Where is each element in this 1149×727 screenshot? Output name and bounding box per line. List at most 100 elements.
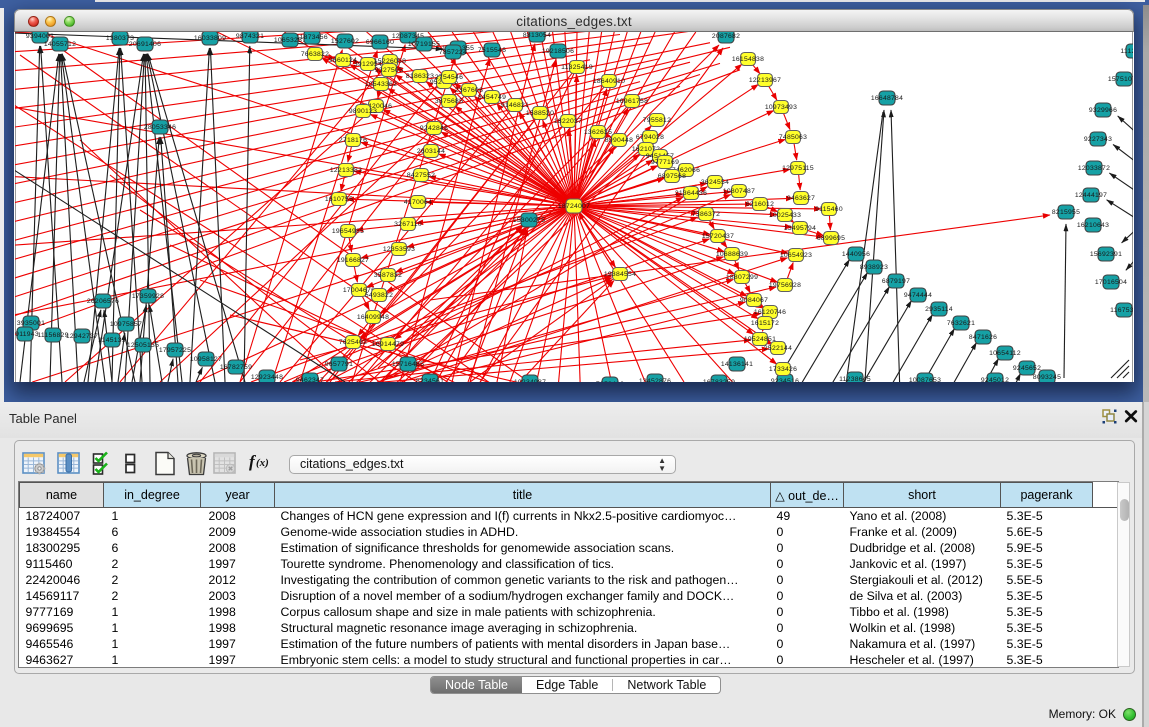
- svg-text:16033809: 16033809: [194, 35, 226, 42]
- svg-text:8938923: 8938923: [860, 264, 888, 271]
- svg-text:7955812: 7955812: [643, 117, 671, 124]
- svg-text:1733426: 1733426: [769, 366, 797, 373]
- svg-text:2754546: 2754546: [435, 74, 463, 81]
- svg-text:8093245: 8093245: [1033, 374, 1061, 381]
- svg-text:9660124: 9660124: [329, 57, 357, 64]
- svg-text:12213383: 12213383: [330, 167, 362, 174]
- svg-text:26206576: 26206576: [87, 298, 119, 305]
- svg-text:1145139: 1145139: [98, 337, 126, 344]
- svg-text:16210643: 16210643: [1077, 222, 1109, 229]
- svg-text:14136141: 14136141: [721, 361, 753, 368]
- svg-text:9777169: 9777169: [651, 159, 679, 166]
- svg-text:10025433: 10025433: [769, 212, 801, 219]
- svg-text:3875685: 3875685: [435, 98, 463, 105]
- svg-text:8454749: 8454749: [478, 94, 506, 101]
- svg-text:7485063: 7485063: [779, 134, 807, 141]
- svg-text:12353593: 12353593: [383, 246, 415, 253]
- svg-text:10543362: 10543362: [365, 81, 397, 88]
- svg-text:9234516: 9234516: [771, 378, 799, 385]
- svg-text:8471626: 8471626: [969, 334, 997, 341]
- svg-text:11156829: 11156829: [37, 332, 68, 339]
- svg-text:10654112: 10654112: [989, 350, 1021, 357]
- svg-text:3587832: 3587832: [374, 272, 402, 279]
- svg-text:15720437: 15720437: [702, 233, 734, 240]
- svg-text:(x): (x): [256, 457, 269, 469]
- svg-text:4170064: 4170064: [404, 199, 432, 206]
- svg-text:13495794: 13495794: [784, 225, 816, 232]
- svg-text:1440956: 1440956: [842, 251, 870, 258]
- svg-text:16409948: 16409948: [357, 314, 389, 321]
- svg-text:2718176: 2718176: [339, 137, 367, 144]
- svg-text:1588520: 1588520: [526, 110, 554, 117]
- svg-text:9474444: 9474444: [904, 292, 932, 299]
- svg-text:9329966: 9329966: [1089, 107, 1117, 114]
- svg-text:2603144: 2603144: [417, 148, 445, 155]
- svg-text:2087682: 2087682: [712, 33, 740, 40]
- svg-text:7632621: 7632621: [947, 320, 975, 327]
- svg-text:16782759: 16782759: [220, 364, 252, 371]
- svg-text:6794028: 6794028: [636, 134, 664, 141]
- svg-text:10688639: 10688639: [716, 251, 748, 258]
- svg-text:21364436: 21364436: [675, 190, 707, 197]
- svg-text:15751074: 15751074: [1108, 76, 1140, 83]
- svg-text:1362635: 1362635: [584, 129, 612, 136]
- svg-text:10975857: 10975857: [110, 321, 142, 328]
- svg-text:7857224: 7857224: [439, 49, 467, 56]
- svg-text:9245652: 9245652: [1013, 365, 1041, 372]
- svg-text:10087653: 10087653: [909, 377, 941, 384]
- svg-text:19756928: 19756928: [769, 282, 801, 289]
- svg-text:6216012: 6216012: [746, 201, 774, 208]
- svg-text:15716485: 15716485: [392, 361, 424, 368]
- svg-text:19218506: 19218506: [542, 48, 574, 55]
- svg-text:2367608: 2367608: [455, 87, 483, 94]
- svg-text:1822037: 1822037: [554, 118, 582, 125]
- svg-text:9463627: 9463627: [787, 195, 815, 202]
- svg-text:19654985: 19654985: [332, 228, 364, 235]
- svg-text:10958127: 10958127: [190, 356, 222, 363]
- svg-text:9245012: 9245012: [981, 377, 1009, 384]
- svg-text:17359928: 17359928: [132, 293, 164, 300]
- svg-text:12975115: 12975115: [782, 165, 814, 172]
- svg-text:19384554: 19384554: [604, 271, 636, 278]
- svg-text:17957225: 17957225: [159, 347, 191, 354]
- svg-text:5493822: 5493822: [365, 292, 393, 299]
- svg-text:16961758: 16961758: [616, 98, 648, 105]
- svg-text:7625402: 7625402: [339, 339, 367, 346]
- svg-text:18724007: 18724007: [558, 203, 590, 210]
- svg-text:16648784: 16648784: [871, 95, 903, 102]
- svg-text:19166827: 19166827: [337, 257, 369, 264]
- svg-text:11873456: 11873456: [296, 34, 328, 41]
- svg-text:16154838: 16154838: [732, 56, 764, 63]
- svg-text:9242848: 9242848: [420, 125, 448, 132]
- svg-text:8215955: 8215955: [1052, 209, 1080, 216]
- svg-text:12505135: 12505135: [127, 342, 159, 349]
- svg-text:11325419: 11325419: [561, 64, 593, 71]
- svg-text:3935001: 3935001: [17, 320, 45, 327]
- svg-text:9394001: 9394001: [26, 33, 54, 40]
- svg-text:15692391: 15692391: [1090, 251, 1122, 258]
- svg-text:14055712: 14055712: [44, 41, 76, 48]
- svg-text:16120746: 16120746: [754, 309, 786, 316]
- svg-text:6966160: 6966160: [366, 39, 394, 46]
- svg-text:20691406: 20691406: [129, 41, 161, 48]
- svg-text:9227343: 9227343: [1084, 136, 1112, 143]
- svg-text:7386372: 7386372: [692, 211, 720, 218]
- svg-text:15300275: 15300275: [513, 217, 545, 224]
- svg-text:9462347: 9462347: [296, 377, 324, 384]
- svg-text:1167533: 1167533: [1110, 307, 1138, 314]
- svg-text:19524851: 19524851: [744, 336, 776, 343]
- svg-text:1610755: 1610755: [325, 196, 353, 203]
- svg-text:17016504: 17016504: [1095, 279, 1127, 286]
- svg-text:1615172: 1615172: [751, 320, 779, 327]
- svg-text:18807299: 18807299: [726, 274, 758, 281]
- svg-text:2935114: 2935114: [925, 306, 953, 313]
- svg-text:16783259: 16783259: [703, 379, 735, 386]
- svg-text:12942737: 12942737: [66, 333, 98, 340]
- svg-text:1527602: 1527602: [331, 38, 359, 45]
- svg-text:12923448: 12923448: [251, 374, 283, 381]
- svg-text:6897568: 6897568: [658, 173, 686, 180]
- svg-text:8990448: 8990448: [605, 137, 633, 144]
- svg-text:7653412: 7653412: [596, 381, 624, 388]
- svg-text:18640910: 18640910: [593, 78, 625, 85]
- svg-text:9890123: 9890123: [349, 108, 377, 115]
